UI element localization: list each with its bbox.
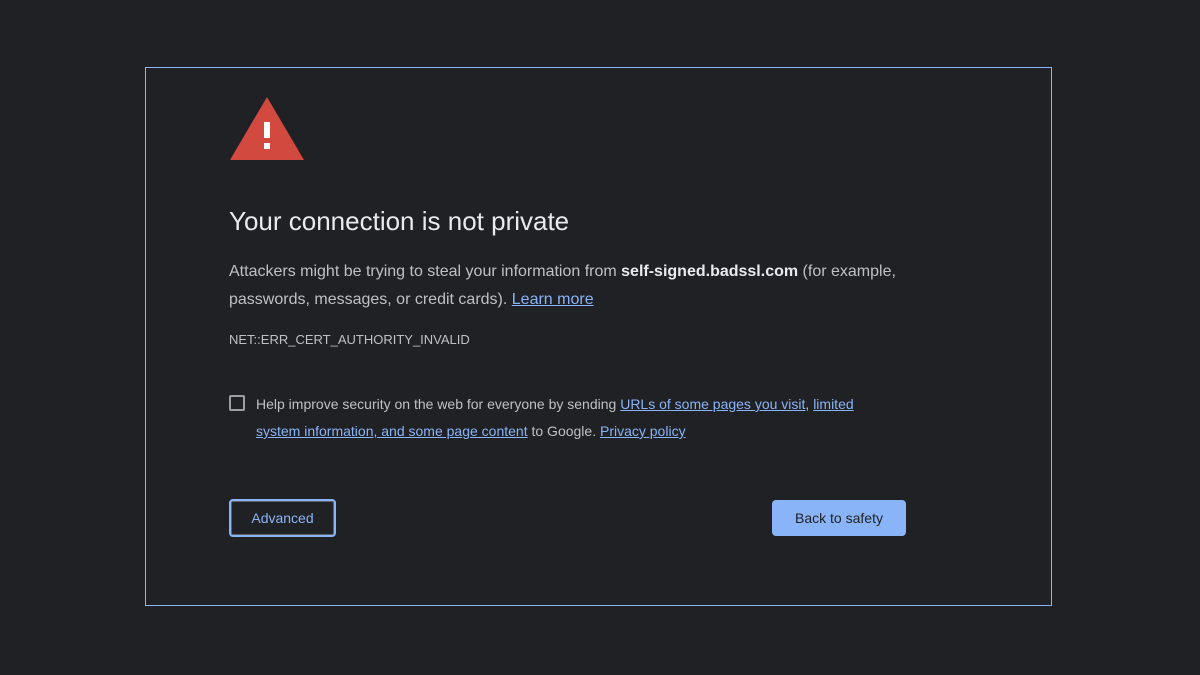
warning-triangle-icon bbox=[230, 97, 304, 160]
explanation-text-start: Attackers might be trying to steal your … bbox=[229, 263, 622, 280]
learn-more-link[interactable]: Learn more bbox=[512, 291, 594, 308]
advanced-button[interactable]: Advanced bbox=[229, 499, 336, 537]
back-to-safety-button[interactable]: Back to safety bbox=[772, 500, 906, 536]
page-title: Your connection is not private bbox=[229, 206, 570, 236]
optin-text-end: to Google. bbox=[527, 423, 600, 439]
optin-label: Help improve security on the web for eve… bbox=[256, 391, 896, 445]
interstitial-container: Your connection is not private Attackers… bbox=[145, 67, 1052, 606]
explanation-paragraph: Attackers might be trying to steal your … bbox=[229, 258, 909, 314]
optin-checkbox[interactable] bbox=[229, 395, 245, 411]
privacy-policy-link[interactable]: Privacy policy bbox=[600, 423, 686, 439]
optin-text-start: Help improve security on the web for eve… bbox=[256, 396, 621, 412]
hostname: self-signed.badssl.com bbox=[621, 263, 799, 280]
error-code: NET::ERR_CERT_AUTHORITY_INVALID bbox=[229, 332, 470, 347]
urls-visited-link[interactable]: URLs of some pages you visit bbox=[620, 396, 805, 412]
